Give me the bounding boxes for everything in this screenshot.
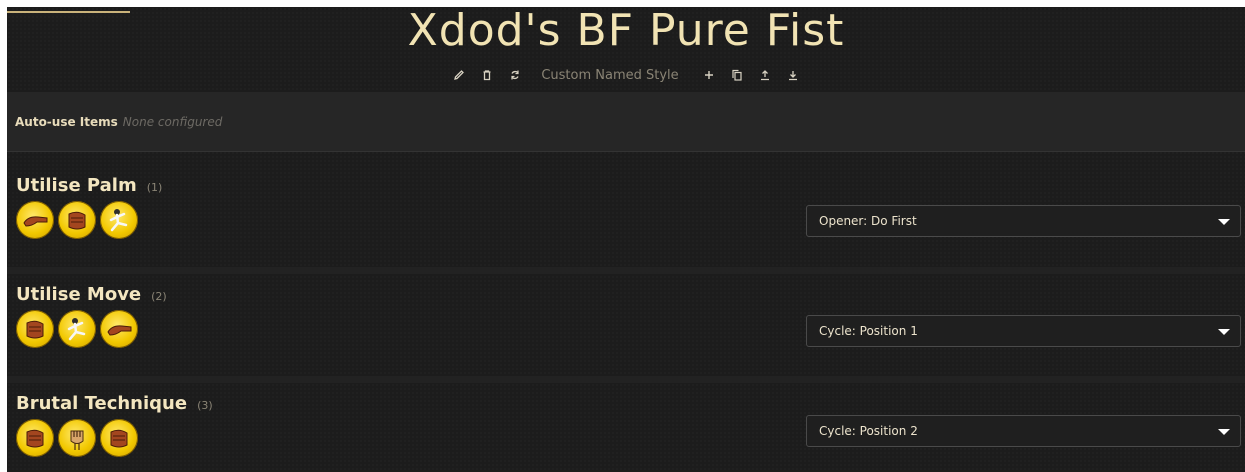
section-count: (3) (197, 399, 213, 412)
rotation-editor: Xdod's BF Pure Fist Custom Named Style A… (7, 7, 1245, 472)
condition-value: Cycle: Position 2 (819, 424, 918, 438)
section-name: Utilise Move (16, 284, 142, 305)
kick-pose-icon[interactable] (58, 310, 96, 348)
plus-icon[interactable] (701, 67, 717, 83)
download-icon[interactable] (785, 67, 801, 83)
section-header: Utilise Move (2) (16, 284, 167, 305)
section-divider (7, 376, 1245, 383)
condition-value: Cycle: Position 1 (819, 324, 918, 338)
fist-strike-icon[interactable] (16, 419, 54, 457)
condition-value: Opener: Do First (819, 214, 917, 228)
style-name[interactable]: Custom Named Style (541, 68, 678, 83)
section-divider (7, 267, 1245, 274)
ability-icons (16, 419, 138, 457)
upload-icon[interactable] (757, 67, 773, 83)
section-name: Brutal Technique (16, 393, 188, 414)
toolbar: Custom Named Style (7, 65, 1245, 85)
condition-dropdown[interactable]: Opener: Do First (806, 205, 1241, 237)
pencil-icon[interactable] (451, 67, 467, 83)
palm-strike-icon[interactable] (16, 201, 54, 239)
fist-strike-icon[interactable] (58, 201, 96, 239)
section-header: Brutal Technique (3) (16, 393, 213, 414)
ability-icons (16, 201, 138, 239)
trash-icon[interactable] (479, 67, 495, 83)
fist-strike-icon[interactable] (16, 310, 54, 348)
fist-strike-icon[interactable] (100, 419, 138, 457)
section-count: (2) (151, 290, 167, 303)
clenched-fist-icon[interactable] (58, 419, 96, 457)
palm-strike-icon[interactable] (100, 310, 138, 348)
copy-icon[interactable] (729, 67, 745, 83)
auto-use-value: None configured (122, 114, 223, 129)
refresh-icon[interactable] (507, 67, 523, 83)
page-title: Xdod's BF Pure Fist (407, 7, 845, 56)
section-count: (1) (146, 181, 163, 194)
rotation-section: Brutal Technique (3) Cycle: Position 2 (7, 383, 1245, 472)
chevron-down-icon (1218, 329, 1230, 335)
rotation-section: Utilise Move (2) Cycle: Position 1 (7, 274, 1245, 376)
rotation-section: Utilise Palm (1) Opener: Do First (7, 165, 1245, 267)
auto-use-items-bar: Auto-use Items None configured (7, 92, 1245, 152)
kick-pose-icon[interactable] (100, 201, 138, 239)
condition-dropdown[interactable]: Cycle: Position 2 (806, 415, 1241, 447)
chevron-down-icon (1218, 429, 1230, 435)
section-header: Utilise Palm (1) (16, 175, 162, 196)
condition-dropdown[interactable]: Cycle: Position 1 (806, 315, 1241, 347)
section-name: Utilise Palm (16, 175, 137, 196)
ability-icons (16, 310, 138, 348)
auto-use-label: Auto-use Items (15, 114, 118, 129)
chevron-down-icon (1218, 219, 1230, 225)
